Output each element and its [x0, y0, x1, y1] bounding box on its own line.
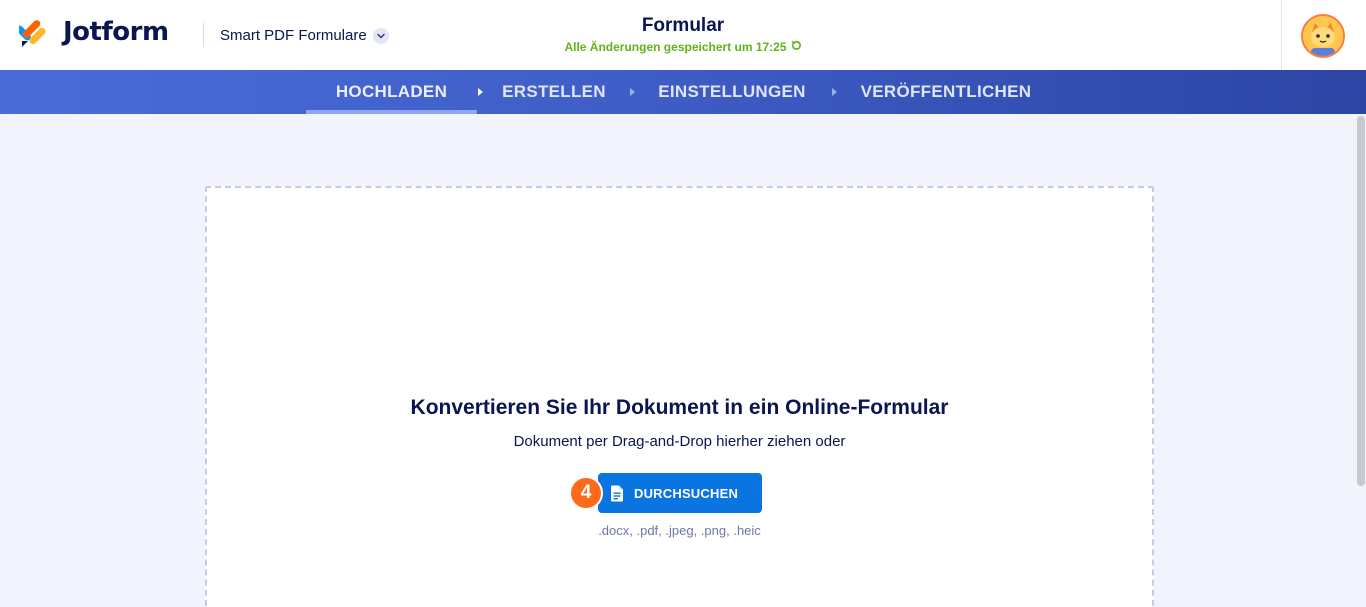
browse-button[interactable]: DURCHSUCHEN — [598, 473, 762, 513]
scroll-thumb[interactable] — [1357, 116, 1365, 486]
step-arrow-icon — [478, 88, 483, 96]
top-header: Jotform Smart PDF Formulare Formular All… — [0, 0, 1366, 70]
step-arrow-icon — [630, 88, 635, 96]
step-create-label: ERSTELLEN — [502, 82, 606, 101]
header-right-divider — [1281, 0, 1282, 70]
step-upload-label: HOCHLADEN — [335, 82, 448, 101]
upload-subtitle: Dokument per Drag-and-Drop hierher ziehe… — [513, 433, 846, 450]
step-settings-label: EINSTELLUNGEN — [658, 82, 806, 101]
step-publish[interactable]: VERÖFFENTLICHEN — [856, 70, 1036, 114]
form-title[interactable]: Formular — [0, 14, 1366, 38]
upload-title: Konvertieren Sie Ihr Dokument in ein Onl… — [410, 396, 949, 419]
step-settings[interactable]: EINSTELLUNGEN — [654, 70, 810, 114]
save-status: Alle Änderungen gespeichert um 17:25 — [564, 39, 801, 55]
avatar[interactable] — [1301, 14, 1345, 58]
form-title-block: Formular Alle Änderungen gespeichert um … — [0, 14, 1366, 56]
undo-icon[interactable] — [791, 39, 802, 55]
avatar-icon — [1303, 16, 1343, 56]
step-publish-label: VERÖFFENTLICHEN — [860, 82, 1032, 101]
step-number-badge: 4 — [569, 476, 603, 510]
document-icon — [611, 485, 623, 501]
step-create[interactable]: ERSTELLEN — [500, 70, 608, 114]
step-arrow-icon — [832, 88, 837, 96]
wizard-steps: HOCHLADEN ERSTELLEN EINSTELLUNGEN VERÖFF… — [0, 70, 1366, 114]
page-scrollbar[interactable] — [1356, 114, 1366, 607]
save-status-text: Alle Änderungen gespeichert um 17:25 — [564, 40, 787, 54]
step-upload[interactable]: HOCHLADEN — [306, 70, 477, 114]
upload-dropzone[interactable]: Konvertieren Sie Ihr Dokument in ein Onl… — [205, 186, 1154, 607]
supported-formats: .docx, .pdf, .jpeg, .png, .heic — [598, 523, 761, 538]
browse-button-label: DURCHSUCHEN — [634, 485, 739, 501]
